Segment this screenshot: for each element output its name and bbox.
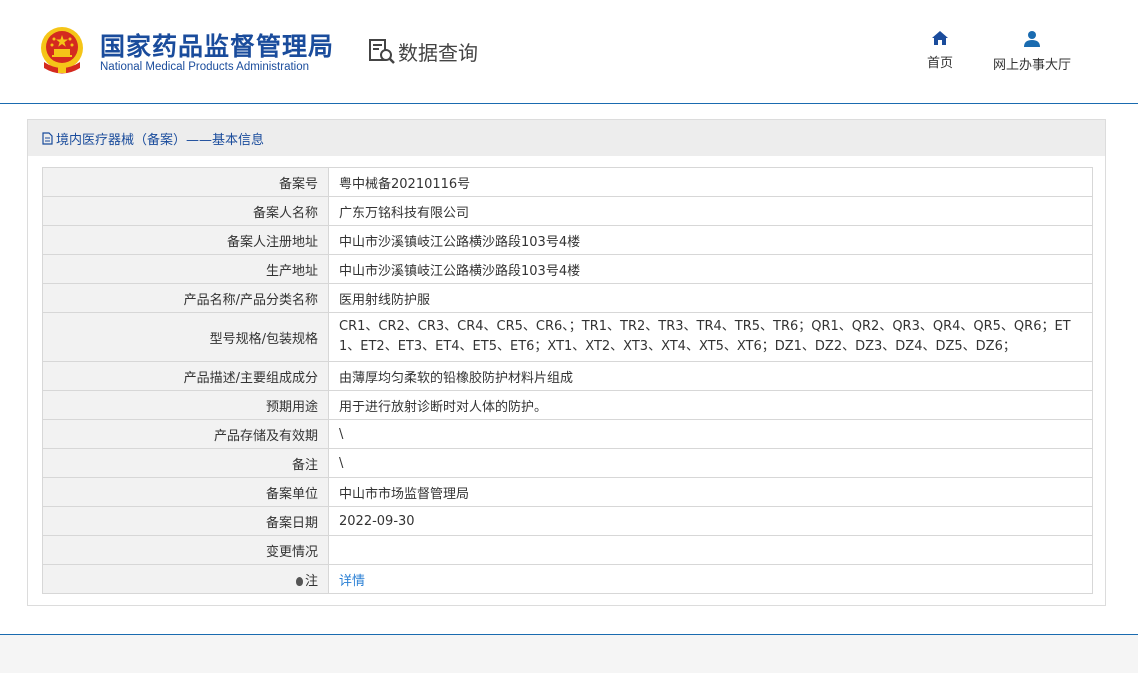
field-value: 2022-09-30 xyxy=(328,506,1093,536)
table-row: 产品名称/产品分类名称 医用射线防护服 xyxy=(42,283,1093,313)
field-label: 备案人注册地址 xyxy=(42,225,329,255)
table-row: 预期用途 用于进行放射诊断时对人体的防护。 xyxy=(42,390,1093,420)
org-name-cn: 国家药品监督管理局 xyxy=(100,32,335,61)
data-query-title: 数据查询 xyxy=(368,36,478,66)
panel-title: 境内医疗器械（备案）——基本信息 xyxy=(56,132,265,148)
details-link[interactable]: 详情 xyxy=(339,574,365,589)
table-row: 产品描述/主要组成成分 由薄厚均匀柔软的铅橡胶防护材料片组成 xyxy=(42,361,1093,391)
table-row: 备案单位 中山市市场监督管理局 xyxy=(42,477,1093,507)
field-label: 产品存储及有效期 xyxy=(42,419,329,449)
document-icon xyxy=(42,131,53,145)
field-label: 备案单位 xyxy=(42,477,329,507)
table-row: 备案日期 2022-09-30 xyxy=(42,506,1093,536)
field-label: 变更情况 xyxy=(42,535,329,565)
data-search-icon xyxy=(369,39,395,64)
field-value: 粤中械备20210116号 xyxy=(328,167,1093,197)
nav-online-hall-label: 网上办事大厅 xyxy=(992,58,1071,73)
table-row: 备案人注册地址 中山市沙溪镇岐江公路横沙路段103号4楼 xyxy=(42,225,1093,255)
page-footer xyxy=(0,634,1138,673)
field-label: 产品描述/主要组成成分 xyxy=(42,361,329,391)
field-value: 中山市沙溪镇岐江公路横沙路段103号4楼 xyxy=(328,254,1093,284)
field-label: 生产地址 xyxy=(42,254,329,284)
table-row: 备注 \ xyxy=(42,448,1093,478)
field-label: 产品名称/产品分类名称 xyxy=(42,283,329,313)
field-value: CR1、CR2、CR3、CR4、CR5、CR6、；TR1、TR2、TR3、TR4… xyxy=(328,312,1093,362)
nav-home-label: 首页 xyxy=(926,56,953,71)
record-table: 备案号 粤中械备20210116号 备案人名称 广东万铭科技有限公司 备案人注册… xyxy=(42,167,1093,594)
field-value: 用于进行放射诊断时对人体的防护。 xyxy=(328,390,1093,420)
table-row: 生产地址 中山市沙溪镇岐江公路横沙路段103号4楼 xyxy=(42,254,1093,284)
field-label: 备注 xyxy=(42,448,329,478)
field-label: 型号规格/包装规格 xyxy=(42,312,329,362)
data-query-label: 数据查询 xyxy=(398,40,478,65)
table-row: 注 详情 xyxy=(42,564,1093,594)
table-row: 产品存储及有效期 \ xyxy=(42,419,1093,449)
field-value: 中山市沙溪镇岐江公路横沙路段103号4楼 xyxy=(328,225,1093,255)
table-row: 型号规格/包装规格 CR1、CR2、CR3、CR4、CR5、CR6、；TR1、T… xyxy=(42,312,1093,362)
table-row: 备案人名称 广东万铭科技有限公司 xyxy=(42,196,1093,226)
field-label: 备案号 xyxy=(42,167,329,197)
national-emblem-icon xyxy=(41,27,83,74)
site-header: 国家药品监督管理局 National Medical Products Admi… xyxy=(0,0,1138,104)
field-label: 备案日期 xyxy=(42,506,329,536)
table-row: 变更情况 xyxy=(42,535,1093,565)
home-icon xyxy=(932,31,948,45)
user-icon xyxy=(1024,31,1040,47)
panel-header: 境内医疗器械（备案）——基本信息 xyxy=(28,120,1105,156)
field-value: 广东万铭科技有限公司 xyxy=(328,196,1093,226)
field-value: 中山市市场监督管理局 xyxy=(328,477,1093,507)
note-value-cell: 详情 xyxy=(328,564,1093,594)
lightbulb-icon xyxy=(295,576,303,586)
info-panel: 境内医疗器械（备案）——基本信息 备案号 粤中械备20210116号 备案人名称… xyxy=(27,119,1106,606)
table-row: 备案号 粤中械备20210116号 xyxy=(42,167,1093,197)
field-value: 由薄厚均匀柔软的铅橡胶防护材料片组成 xyxy=(328,361,1093,391)
field-label: 备案人名称 xyxy=(42,196,329,226)
field-label: 注 xyxy=(304,573,318,589)
field-label: 预期用途 xyxy=(42,390,329,420)
nav-online-hall[interactable]: 网上办事大厅 xyxy=(984,30,1080,73)
field-value: \ xyxy=(328,419,1093,449)
note-label-cell: 注 xyxy=(42,564,329,594)
field-value: 医用射线防护服 xyxy=(328,283,1093,313)
field-value xyxy=(328,535,1093,565)
nav-home[interactable]: 首页 xyxy=(892,30,988,71)
org-name-en: National Medical Products Administration xyxy=(100,61,310,73)
field-value: \ xyxy=(328,448,1093,478)
